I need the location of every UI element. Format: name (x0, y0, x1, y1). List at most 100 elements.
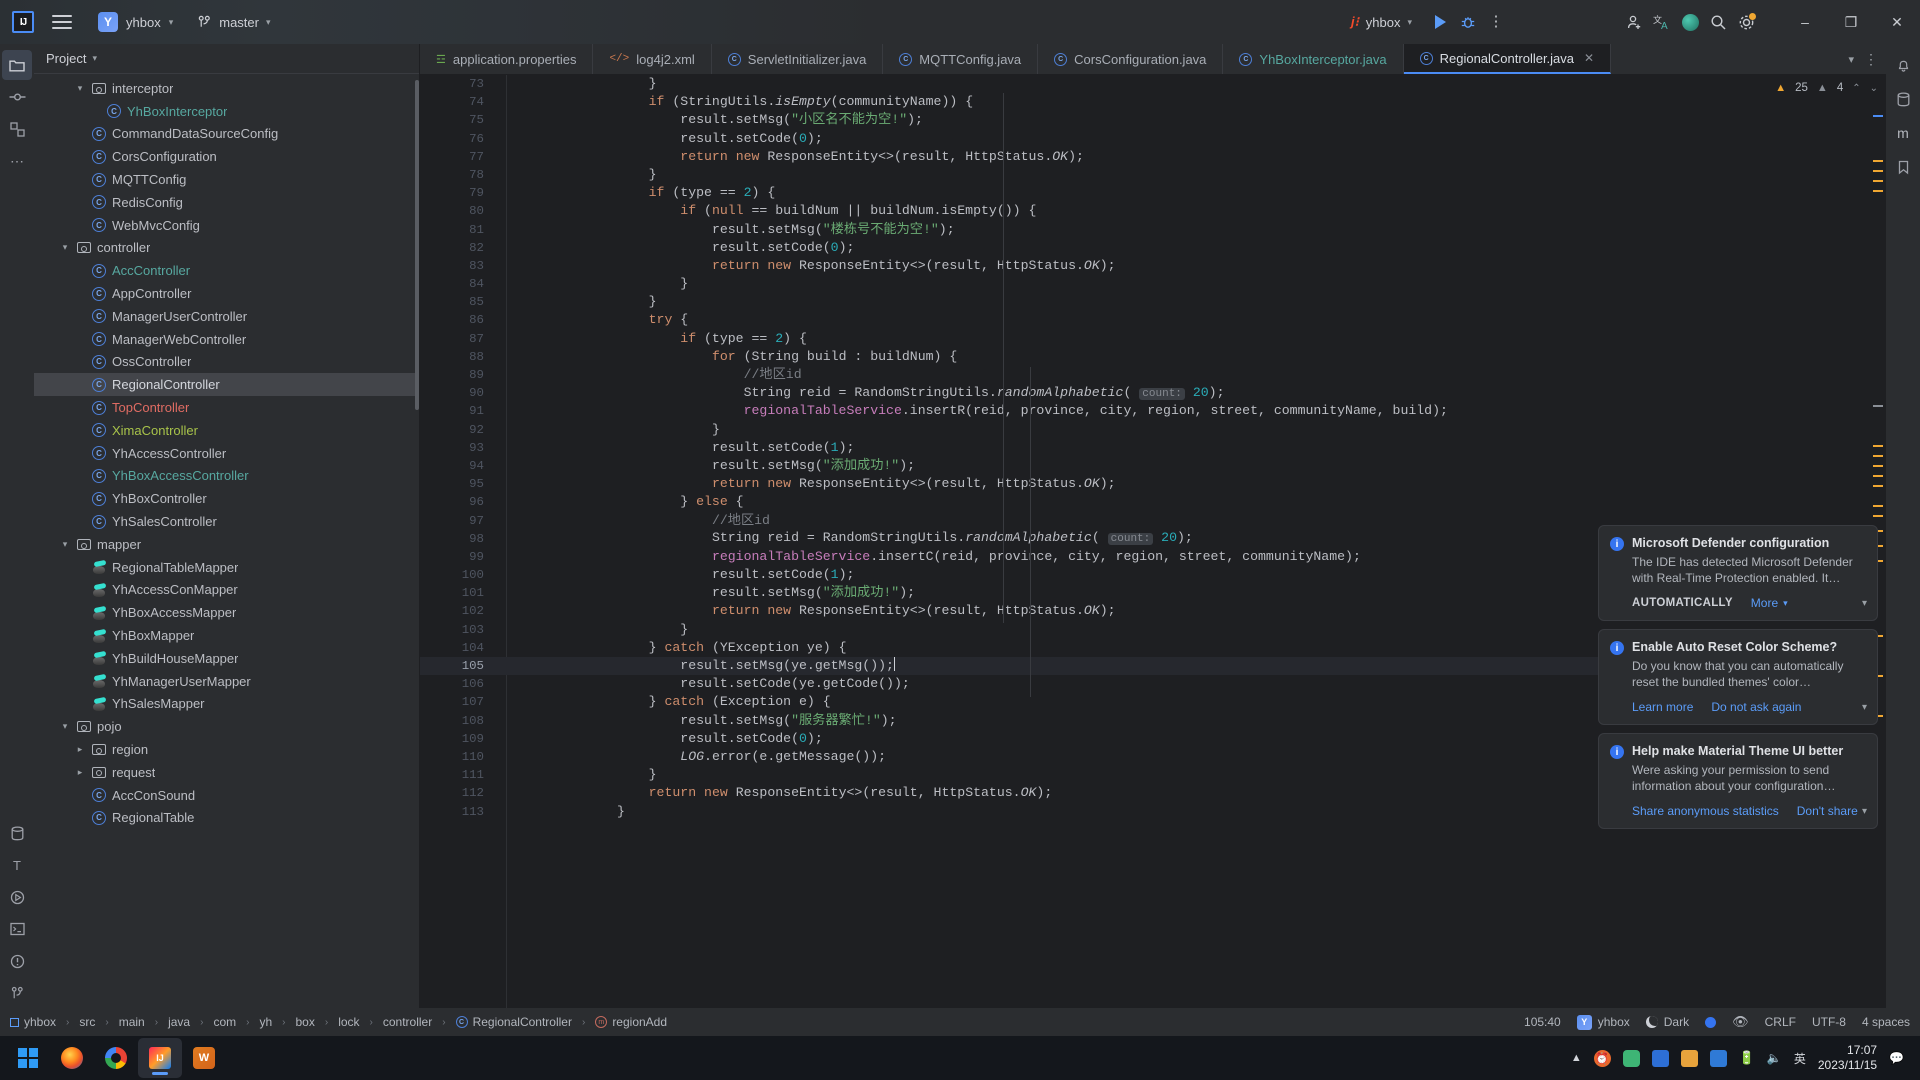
tree-item-managerusercontroller[interactable]: C ManagerUserController (34, 305, 419, 328)
more-actions-button[interactable]: ⋮ (1482, 8, 1510, 36)
project-indicator[interactable]: Y yhbox (1576, 1014, 1630, 1030)
sidebar-item-commit[interactable] (2, 82, 32, 112)
project-panel-header[interactable]: Project ▾ (34, 44, 419, 74)
tree-item-yhaccesscontroller[interactable]: C YhAccessController (34, 442, 419, 465)
code-line[interactable]: 73 } (420, 75, 1886, 93)
breadcrumb-item-main[interactable]: main (119, 1015, 145, 1029)
chevron-right-icon[interactable]: ▸ (74, 767, 86, 778)
tree-item-regionalcontroller[interactable]: C RegionalController (34, 373, 419, 397)
chevron-down-icon[interactable]: ▾ (59, 242, 71, 253)
notification-card[interactable]: i Enable Auto Reset Color Scheme? Do you k… (1598, 629, 1878, 725)
shield-icon[interactable] (1680, 1049, 1698, 1067)
tree-item-yhboxaccessmapper[interactable]: YhBoxAccessMapper (34, 601, 419, 624)
tree-item-regionaltablemapper[interactable]: RegionalTableMapper (34, 556, 419, 579)
breadcrumb-item-yh[interactable]: yh (259, 1015, 272, 1029)
breadcrumb-item-box[interactable]: box (295, 1015, 314, 1029)
tree-item-accconsound[interactable]: C AccConSound (34, 784, 419, 807)
code-line[interactable]: 94 result.setMsg("添加成功!"); (420, 457, 1886, 475)
code-line[interactable]: 93 result.setCode(1); (420, 439, 1886, 457)
code-line[interactable]: 88 for (String build : buildNum) { (420, 348, 1886, 366)
code-line[interactable]: 77 return new ResponseEntity<>(result, H… (420, 148, 1886, 166)
tree-item-ximacontroller[interactable]: C XimaController (34, 419, 419, 442)
code-line[interactable]: 85 } (420, 293, 1886, 311)
code-line[interactable]: 89 //地区id (420, 366, 1886, 384)
line-separator[interactable]: CRLF (1765, 1015, 1796, 1029)
display-icon[interactable] (1651, 1049, 1669, 1067)
breadcrumb-item-lock[interactable]: lock (338, 1015, 359, 1029)
tree-item-mqttconfig[interactable]: C MQTTConfig (34, 168, 419, 191)
firefox-taskbar-button[interactable] (50, 1038, 94, 1078)
intellij-taskbar-button[interactable]: IJ (138, 1038, 182, 1078)
inspection-widget[interactable]: ▲ 25 ▲ 4 ⌃ ⌄ (1775, 77, 1878, 99)
code-line[interactable]: 74 if (StringUtils.isEmpty(communityName… (420, 93, 1886, 111)
code-line[interactable]: 83 return new ResponseEntity<>(result, H… (420, 257, 1886, 275)
tree-item-interceptor[interactable]: ▾ interceptor (34, 77, 419, 100)
code-line[interactable]: 82 result.setCode(0); (420, 239, 1886, 257)
app-icon[interactable] (1709, 1049, 1727, 1067)
tree-item-pojo[interactable]: ▾ pojo (34, 715, 419, 738)
theme-toggle[interactable]: Dark (1645, 1015, 1689, 1029)
code-line[interactable]: 76 result.setCode(0); (420, 130, 1886, 148)
run-button[interactable] (1426, 8, 1454, 36)
ime-indicator[interactable]: 英 (1794, 1050, 1806, 1067)
breadcrumb-item-yhbox[interactable]: yhbox (10, 1015, 56, 1029)
tree-item-managerwebcontroller[interactable]: C ManagerWebController (34, 328, 419, 351)
tree-item-topcontroller[interactable]: C TopController (34, 396, 419, 419)
caret-position[interactable]: 105:40 (1524, 1015, 1561, 1029)
tree-item-yhsalescontroller[interactable]: C YhSalesController (34, 510, 419, 533)
chevron-up-icon[interactable]: ▲ (1571, 1052, 1582, 1064)
sidebar-item-services[interactable] (2, 882, 32, 912)
editor-tab-mqttconfig-java[interactable]: C MQTTConfig.java (883, 44, 1039, 74)
breadcrumb-item-regionalcontroller[interactable]: C RegionalController (455, 1015, 572, 1029)
code-line[interactable]: 84 } (420, 275, 1886, 293)
sidebar-item-notifications[interactable] (1888, 50, 1918, 80)
sidebar-item-problems[interactable] (2, 946, 32, 976)
sidebar-item-text-tool[interactable]: T (2, 850, 32, 880)
code-line[interactable]: 80 if (null == buildNum || buildNum.isEm… (420, 202, 1886, 220)
start-button[interactable] (6, 1038, 50, 1078)
breadcrumb-item-src[interactable]: src (79, 1015, 95, 1029)
run-configuration-selector[interactable]: j⁝ yhbox ▾ (1351, 14, 1412, 30)
code-line[interactable]: 75 result.setMsg("小区名不能为空!"); (420, 111, 1886, 129)
sidebar-item-project[interactable] (2, 50, 32, 80)
editor-tab-application-properties[interactable]: ☲ application.properties (420, 44, 594, 74)
translate-button[interactable]: 文 A (1648, 8, 1676, 36)
project-selector[interactable]: Y yhbox ▾ (92, 9, 179, 35)
notification-action-automatically[interactable]: AUTOMATICALLY (1632, 597, 1733, 609)
minimize-window-button[interactable]: – (1782, 0, 1828, 44)
add-user-button[interactable] (1620, 8, 1648, 36)
code-line[interactable]: 79 if (type == 2) { (420, 184, 1886, 202)
indent-setting[interactable]: 4 spaces (1862, 1015, 1910, 1029)
code-line[interactable]: 81 result.setMsg("楼栋号不能为空!"); (420, 221, 1886, 239)
sidebar-item-structure[interactable] (2, 114, 32, 144)
tree-item-yhmanagerusermapper[interactable]: YhManagerUserMapper (34, 670, 419, 693)
tree-item-yhboxinterceptor[interactable]: C YhBoxInterceptor (34, 100, 419, 123)
notification-card[interactable]: i Microsoft Defender configuration The IDE… (1598, 525, 1878, 621)
wechat-taskbar-button[interactable]: W (182, 1038, 226, 1078)
sidebar-item-git[interactable] (2, 978, 32, 1008)
editor-tab-corsconfiguration-java[interactable]: C CorsConfiguration.java (1038, 44, 1224, 74)
notification-card[interactable]: i Help make Material Theme UI better Were … (1598, 733, 1878, 829)
code-line[interactable]: 96 } else { (420, 493, 1886, 511)
branch-selector[interactable]: master ▾ (197, 15, 271, 30)
tree-item-yhsalesmapper[interactable]: YhSalesMapper (34, 693, 419, 716)
editor-tab-servletinitializer-java[interactable]: C ServletInitializer.java (712, 44, 884, 74)
tree-item-acccontroller[interactable]: C AccController (34, 259, 419, 282)
inspection-eye-icon[interactable]: 👁 (1732, 1014, 1749, 1030)
tree-item-corsconfiguration[interactable]: C CorsConfiguration (34, 145, 419, 168)
code-line[interactable]: 92 } (420, 421, 1886, 439)
close-tab-icon[interactable]: ✕ (1584, 51, 1594, 65)
sidebar-item-database-right[interactable] (1888, 84, 1918, 114)
breadcrumb-item-java[interactable]: java (168, 1015, 190, 1029)
main-menu-icon[interactable] (52, 15, 72, 29)
debug-button[interactable] (1454, 8, 1482, 36)
sidebar-item-database[interactable] (2, 818, 32, 848)
editor-tab-yhboxinterceptor-java[interactable]: C YhBoxInterceptor.java (1223, 44, 1404, 74)
chevron-down-icon[interactable]: ▾ (1848, 53, 1854, 66)
code-line[interactable]: 78 } (420, 166, 1886, 184)
chrome-taskbar-button[interactable] (94, 1038, 138, 1078)
battery-icon[interactable]: 🔋 (1739, 1050, 1755, 1066)
notification-action-do-not-ask-again[interactable]: Do not ask again (1711, 700, 1801, 714)
notification-action-share-anonymous-statistics[interactable]: Share anonymous statistics (1632, 804, 1779, 818)
tree-item-osscontroller[interactable]: C OssController (34, 351, 419, 374)
